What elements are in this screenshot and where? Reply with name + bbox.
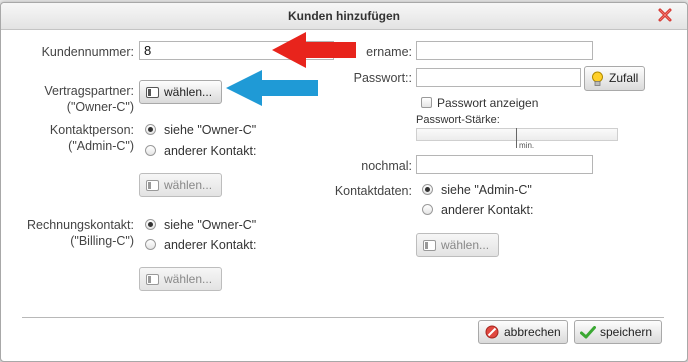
- cancel-label: abbrechen: [504, 325, 561, 339]
- save-label: speichern: [600, 325, 653, 339]
- repeat-password-input[interactable]: [416, 155, 593, 174]
- save-button[interactable]: speichern: [574, 320, 662, 344]
- cancel-icon: [485, 325, 499, 339]
- select-card-icon: [423, 240, 436, 251]
- cancel-button[interactable]: abbrechen: [478, 320, 568, 344]
- contact-person-sublabel: ("Admin-C"): [68, 139, 134, 153]
- red-arrow-annotation: [272, 32, 356, 68]
- password-strength-min-label: min.: [519, 141, 535, 150]
- contact-person-option-owner: siehe "Owner-C": [164, 123, 257, 137]
- password-input[interactable]: [416, 68, 581, 87]
- billing-contact-select-label: wählen...: [164, 272, 213, 286]
- contact-person-select-button[interactable]: wählen...: [139, 173, 222, 197]
- dialog-titlebar: Kunden hinzufügen: [1, 3, 687, 30]
- contact-person-select-label: wählen...: [164, 178, 213, 192]
- billing-contact-sublabel: ("Billing-C"): [70, 234, 134, 248]
- password-strength-min-marker: [516, 128, 517, 148]
- random-password-button[interactable]: Zufall: [584, 66, 645, 91]
- contact-person-radio-other[interactable]: [145, 145, 156, 156]
- billing-contact-option-other: anderer Kontakt:: [164, 238, 257, 252]
- password-strength-label: Passwort-Stärke:: [416, 114, 500, 126]
- billing-contact-label: Rechnungskontakt:: [26, 218, 134, 232]
- contact-person-label: Kontaktperson:: [49, 123, 134, 137]
- lightbulb-icon: [592, 71, 603, 86]
- show-password-label: Passwort anzeigen: [437, 96, 539, 110]
- show-password-checkbox[interactable]: [421, 97, 432, 108]
- select-card-icon: [146, 180, 159, 191]
- contract-partner-select-label: wählen...: [164, 85, 213, 99]
- billing-contact-option-owner: siehe "Owner-C": [164, 218, 257, 232]
- password-label: Passwort::: [353, 71, 412, 85]
- checkmark-icon: [580, 326, 596, 339]
- repeat-password-label: nochmal:: [361, 159, 412, 173]
- random-password-label: Zufall: [609, 71, 639, 85]
- contract-partner-sublabel: ("Owner-C"): [66, 100, 134, 114]
- select-card-icon: [146, 274, 159, 285]
- billing-contact-radio-other[interactable]: [145, 239, 156, 250]
- password-strength-meter: [416, 128, 618, 141]
- footer-divider: [22, 317, 664, 318]
- blue-arrow-annotation: [226, 70, 318, 106]
- contact-data-option-admin: siehe "Admin-C": [441, 183, 532, 197]
- billing-contact-radio-owner[interactable]: [145, 219, 156, 230]
- contact-data-radio-admin[interactable]: [422, 184, 433, 195]
- contact-data-radio-other[interactable]: [422, 204, 433, 215]
- select-card-icon: [146, 87, 159, 98]
- contact-person-radio-owner[interactable]: [145, 124, 156, 135]
- contact-data-select-label: wählen...: [441, 238, 490, 252]
- contract-partner-label: Vertragspartner:: [44, 84, 134, 98]
- contact-person-option-other: anderer Kontakt:: [164, 144, 257, 158]
- contact-data-option-other: anderer Kontakt:: [441, 203, 534, 217]
- contact-data-label: Kontaktdaten:: [334, 184, 412, 198]
- dialog-title: Kunden hinzufügen: [288, 9, 400, 23]
- username-input[interactable]: [416, 41, 593, 60]
- billing-contact-select-button[interactable]: wählen...: [139, 267, 222, 291]
- contract-partner-select-button[interactable]: wählen...: [139, 80, 222, 104]
- contact-data-select-button[interactable]: wählen...: [416, 233, 499, 257]
- close-x-icon[interactable]: [657, 7, 673, 23]
- customer-number-label: Kundennummer:: [41, 45, 134, 59]
